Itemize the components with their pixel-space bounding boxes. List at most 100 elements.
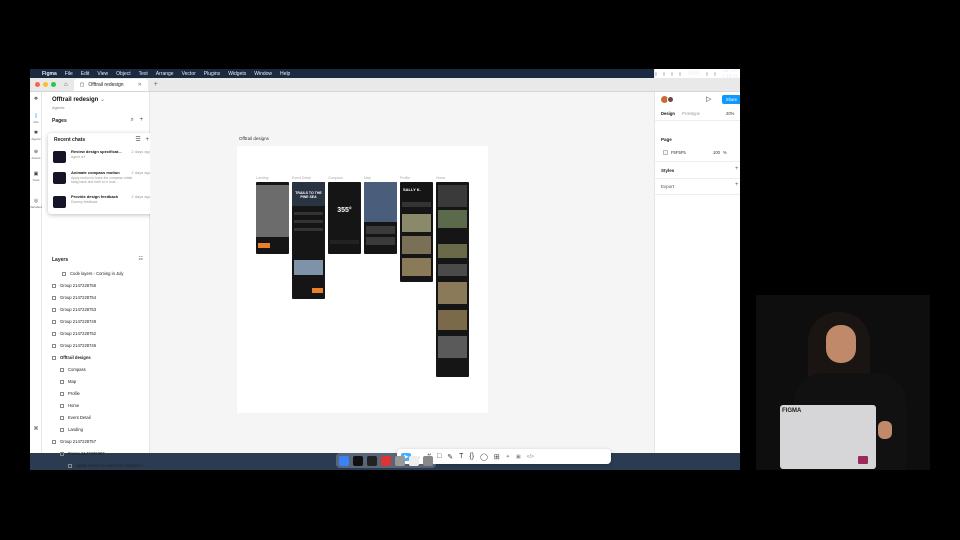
compass-screen[interactable]: 355° xyxy=(328,182,361,254)
layer-item[interactable]: Group 2147228746 xyxy=(52,343,96,348)
file-location[interactable]: Agents xyxy=(52,105,64,110)
menu-edit[interactable]: Edit xyxy=(81,71,90,77)
menu-plugins[interactable]: Plugins xyxy=(204,71,220,77)
comment-tool-icon[interactable]: ◯ xyxy=(480,453,488,461)
add-export-icon[interactable]: + xyxy=(735,182,739,188)
file-name[interactable]: Offtrail redesign ⌄ xyxy=(52,96,105,103)
menu-widgets[interactable]: Widgets xyxy=(228,71,246,77)
close-window-button[interactable] xyxy=(35,82,40,87)
offtrail-designs-frame[interactable]: Landing Event Detail Compass Map Profile… xyxy=(237,146,488,413)
layer-item[interactable]: Compass xyxy=(60,367,86,372)
layer-item[interactable]: Frame 2147229387 xyxy=(60,451,105,456)
menu-object[interactable]: Object xyxy=(116,71,130,77)
figma-app-icon[interactable] xyxy=(353,455,363,466)
new-chat-icon[interactable]: + xyxy=(145,137,149,143)
variables-icon[interactable]: ◎ xyxy=(31,198,41,204)
rail-label-file: File xyxy=(33,120,39,124)
text-tool-icon[interactable]: T xyxy=(459,453,463,460)
file-tab[interactable]: ▢ Offtrail redesign ✕ xyxy=(73,78,148,91)
actions-tool-icon[interactable]: ⊞ xyxy=(494,453,500,461)
new-tab-icon[interactable]: + xyxy=(154,81,158,88)
app-icon[interactable] xyxy=(409,455,419,466)
pen-tool-icon[interactable]: ✎ xyxy=(447,453,453,461)
menu-vector[interactable]: Vector xyxy=(182,71,196,77)
status-icon[interactable] xyxy=(671,71,674,76)
layer-item[interactable]: Group 2147228754 xyxy=(52,295,96,300)
status-icon[interactable] xyxy=(679,71,682,76)
assets-icon[interactable]: ⊕ xyxy=(31,149,41,155)
menu-text[interactable]: Text xyxy=(139,71,148,77)
chat-list-icon[interactable]: ☰ xyxy=(135,137,140,143)
design-mode-icon[interactable]: ▣ xyxy=(516,454,521,460)
tab-design[interactable]: Design xyxy=(661,111,675,116)
page-color-value[interactable]: F5F5F5 xyxy=(671,150,686,155)
layer-item[interactable]: Apply motion to have the compass r... xyxy=(68,463,146,468)
page-opacity-value[interactable]: 100% xyxy=(713,150,727,155)
search-icon[interactable]: ⌕ xyxy=(130,117,133,123)
zoom-level[interactable]: 20% xyxy=(726,111,734,116)
search-icon[interactable] xyxy=(713,71,716,76)
dev-mode-icon[interactable]: </> xyxy=(527,454,534,460)
tools-icon[interactable]: ▣ xyxy=(31,171,41,177)
add-page-icon[interactable]: + xyxy=(139,117,143,123)
event-detail-screen[interactable]: TRAILS TO THE PINE SEA xyxy=(292,182,325,299)
close-tab-icon[interactable]: ✕ xyxy=(138,82,142,88)
frame-label[interactable]: Offtrail designs xyxy=(239,136,269,141)
menu-window[interactable]: Window xyxy=(254,71,272,77)
add-style-icon[interactable]: + xyxy=(735,166,739,172)
home-icon[interactable]: ⌂ xyxy=(64,82,68,88)
rectangle-tool-icon[interactable]: □ xyxy=(437,453,441,460)
layer-item[interactable]: Group 2147228753 xyxy=(52,307,96,312)
landing-screen[interactable] xyxy=(256,182,289,254)
page-color-swatch[interactable] xyxy=(663,150,668,155)
menu-help[interactable]: Help xyxy=(280,71,290,77)
chat-title: Provide design feedback xyxy=(71,194,119,199)
menu-figma[interactable]: Figma xyxy=(42,71,57,77)
home-screen[interactable]: SUMMIT HIGH xyxy=(436,182,469,377)
layer-item[interactable]: Group 2147228757 xyxy=(52,439,96,444)
layer-item[interactable]: Map xyxy=(60,379,76,384)
profile-screen[interactable]: SALLY K. xyxy=(400,182,433,282)
rail-label-agents: Agents xyxy=(31,137,41,141)
chat-item[interactable]: Provide design feedback 2 days ago Dummy… xyxy=(53,193,151,213)
minimize-window-button[interactable] xyxy=(43,82,48,87)
trash-icon[interactable] xyxy=(423,455,433,466)
share-button[interactable]: Share xyxy=(722,95,740,104)
layer-item[interactable]: Event Detail xyxy=(60,415,91,420)
avatar[interactable] xyxy=(667,96,674,103)
file-icon[interactable]: ▯ xyxy=(31,113,41,119)
map-image xyxy=(364,182,397,222)
chat-item[interactable]: Animate compass motion 2 days ago Apply … xyxy=(53,169,151,189)
layers-options-icon[interactable]: ☷ xyxy=(139,256,143,262)
layer-item[interactable]: Home xyxy=(60,403,79,408)
layer-item[interactable]: Group 2147228748 xyxy=(52,319,96,324)
notion-app-icon[interactable] xyxy=(367,455,377,466)
wifi-icon[interactable] xyxy=(705,71,708,76)
tab-prototype[interactable]: Prototype xyxy=(682,111,700,116)
layer-item[interactable]: Group 2147228752 xyxy=(52,331,96,336)
status-icon[interactable] xyxy=(663,71,666,76)
settings-app-icon[interactable] xyxy=(395,455,405,466)
code-tool-icon[interactable]: {} xyxy=(469,453,474,460)
map-screen[interactable] xyxy=(364,182,397,254)
layer-item[interactable]: Landing xyxy=(60,427,83,432)
agents-icon[interactable]: ✱ xyxy=(31,130,41,136)
app-icon[interactable] xyxy=(381,455,391,466)
frame-icon xyxy=(60,367,64,372)
layer-item[interactable]: Profile xyxy=(60,391,80,396)
status-icon[interactable] xyxy=(655,71,658,76)
present-play-icon[interactable]: ▷ xyxy=(706,95,711,103)
design-canvas[interactable]: Offtrail designs Landing Event Detail Co… xyxy=(150,92,654,464)
layer-item[interactable]: Offtrail designs xyxy=(52,355,91,360)
finder-icon[interactable] xyxy=(339,455,349,466)
community-icon[interactable]: ⌘ xyxy=(31,426,41,432)
zoom-window-button[interactable] xyxy=(51,82,56,87)
menu-arrange[interactable]: Arrange xyxy=(156,71,174,77)
chat-item[interactable]: Review design specificat... 2 days ago A… xyxy=(53,148,151,168)
menu-view[interactable]: View xyxy=(97,71,108,77)
layer-item[interactable]: Code layers - Coming in July xyxy=(62,271,124,276)
layer-item[interactable]: Group 2147228756 xyxy=(52,283,96,288)
draw-mode-icon[interactable]: ✦ xyxy=(506,454,510,460)
figma-logo-icon[interactable]: ❖ xyxy=(31,96,41,102)
menu-file[interactable]: File xyxy=(65,71,73,77)
